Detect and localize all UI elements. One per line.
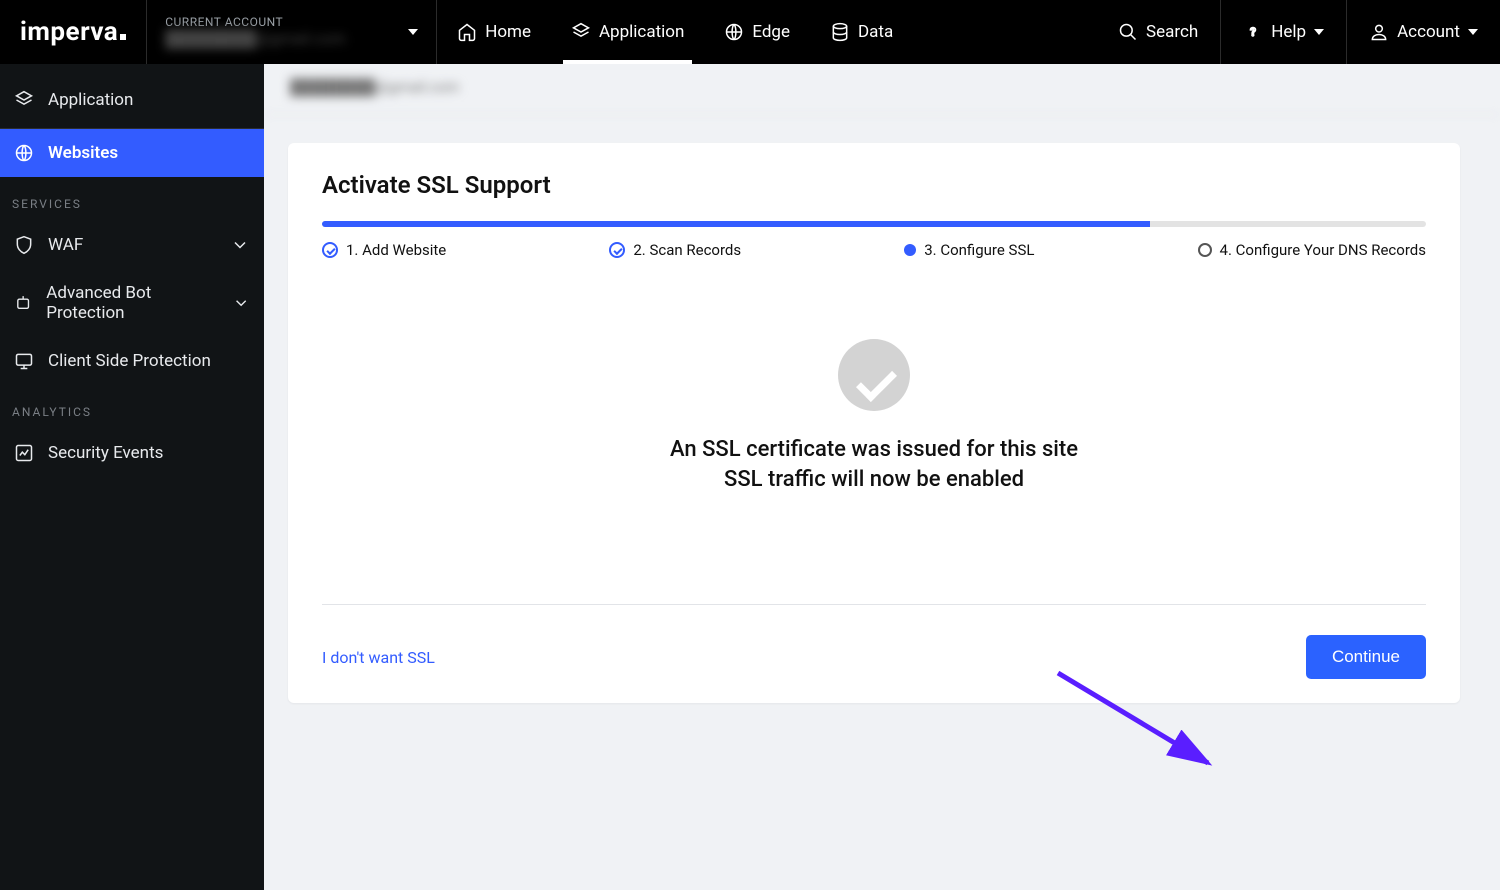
logo: imperva — [0, 0, 147, 64]
content-area: ████████@gmail.com Activate SSL Support … — [264, 64, 1500, 890]
nav-help-label: Help — [1271, 22, 1306, 42]
check-circle-icon — [609, 242, 625, 258]
circle-icon — [1198, 243, 1212, 257]
sidebar-analytics-header: ANALYTICS — [0, 385, 264, 429]
monitor-icon — [14, 351, 34, 371]
logo-text: imperva — [20, 17, 118, 47]
chart-icon — [14, 443, 34, 463]
step-configure-ssl: 3. Configure SSL — [904, 241, 1034, 259]
account-label: CURRENT ACCOUNT — [165, 15, 386, 29]
globe-icon — [14, 143, 34, 163]
skip-ssl-link[interactable]: I don't want SSL — [322, 648, 435, 667]
nav-edge-label: Edge — [752, 22, 790, 42]
nav-right: Search ? Help Account — [1096, 0, 1500, 64]
sidebar: Application Websites SERVICES WAF Advanc… — [0, 64, 264, 890]
nav-home[interactable]: Home — [437, 0, 551, 64]
help-icon: ? — [1243, 22, 1263, 42]
step-add-website: 1. Add Website — [322, 241, 446, 259]
message-line-1: An SSL certificate was issued for this s… — [322, 435, 1426, 465]
account-value: ████████@gmail.com — [165, 29, 386, 49]
page-title: Activate SSL Support — [322, 171, 1426, 199]
success-message: An SSL certificate was issued for this s… — [322, 299, 1426, 604]
chevron-down-icon — [1468, 29, 1478, 35]
shield-icon — [14, 235, 34, 255]
card-footer: I don't want SSL Continue — [322, 604, 1426, 679]
nav-data-label: Data — [858, 22, 893, 42]
svg-text:?: ? — [1250, 25, 1256, 39]
continue-button[interactable]: Continue — [1306, 635, 1426, 679]
sidebar-security-events[interactable]: Security Events — [0, 429, 264, 477]
nav-home-label: Home — [485, 22, 531, 42]
step-label: 3. Configure SSL — [924, 241, 1034, 259]
sidebar-websites-label: Websites — [48, 143, 118, 163]
message-line-2: SSL traffic will now be enabled — [322, 465, 1426, 495]
layers-icon — [571, 22, 591, 42]
breadcrumb: ████████@gmail.com — [264, 64, 1500, 115]
top-nav: imperva CURRENT ACCOUNT ████████@gmail.c… — [0, 0, 1500, 64]
step-label: 2. Scan Records — [633, 241, 741, 259]
check-icon — [838, 339, 910, 411]
bot-icon — [14, 293, 32, 313]
progress-fill — [322, 221, 1150, 227]
sidebar-application[interactable]: Application — [0, 72, 264, 129]
user-icon — [1369, 22, 1389, 42]
chevron-down-icon — [1314, 29, 1324, 35]
nav-account-label: Account — [1397, 22, 1460, 42]
steps: 1. Add Website 2. Scan Records 3. Config… — [322, 241, 1426, 259]
nav-search-label: Search — [1146, 22, 1198, 42]
nav-application-label: Application — [599, 22, 684, 42]
dot-icon — [904, 244, 916, 256]
globe-icon — [724, 22, 744, 42]
sidebar-bot-label: Advanced Bot Protection — [46, 283, 217, 323]
step-label: 4. Configure Your DNS Records — [1220, 241, 1426, 259]
step-scan-records: 2. Scan Records — [609, 241, 741, 259]
sidebar-application-label: Application — [48, 90, 133, 110]
sidebar-waf[interactable]: WAF — [0, 221, 264, 269]
nav-edge[interactable]: Edge — [704, 0, 810, 64]
step-configure-dns: 4. Configure Your DNS Records — [1198, 241, 1426, 259]
nav-search[interactable]: Search — [1096, 0, 1220, 64]
home-icon — [457, 22, 477, 42]
layers-icon — [14, 90, 34, 110]
progress-bar — [322, 221, 1426, 227]
nav-account[interactable]: Account — [1346, 0, 1500, 64]
sidebar-waf-label: WAF — [48, 235, 83, 255]
database-icon — [830, 22, 850, 42]
sidebar-services-header: SERVICES — [0, 177, 264, 221]
account-selector[interactable]: CURRENT ACCOUNT ████████@gmail.com — [147, 0, 437, 64]
sidebar-websites[interactable]: Websites — [0, 129, 264, 177]
nav-help[interactable]: ? Help — [1220, 0, 1346, 64]
sidebar-csp-label: Client Side Protection — [48, 351, 211, 371]
sidebar-sec-events-label: Security Events — [48, 443, 163, 463]
nav-application[interactable]: Application — [551, 0, 704, 64]
search-icon — [1118, 22, 1138, 42]
ssl-card: Activate SSL Support 1. Add Website 2. S… — [288, 143, 1460, 703]
annotation-arrow-icon — [1048, 663, 1228, 783]
sidebar-bot-protection[interactable]: Advanced Bot Protection — [0, 269, 264, 337]
chevron-down-icon — [408, 29, 418, 35]
nav-data[interactable]: Data — [810, 0, 913, 64]
sidebar-client-side-protection[interactable]: Client Side Protection — [0, 337, 264, 385]
nav-center: Home Application Edge Data — [437, 0, 913, 64]
chevron-down-icon — [232, 293, 250, 313]
chevron-down-icon — [230, 235, 250, 255]
check-circle-icon — [322, 242, 338, 258]
step-label: 1. Add Website — [346, 241, 446, 259]
